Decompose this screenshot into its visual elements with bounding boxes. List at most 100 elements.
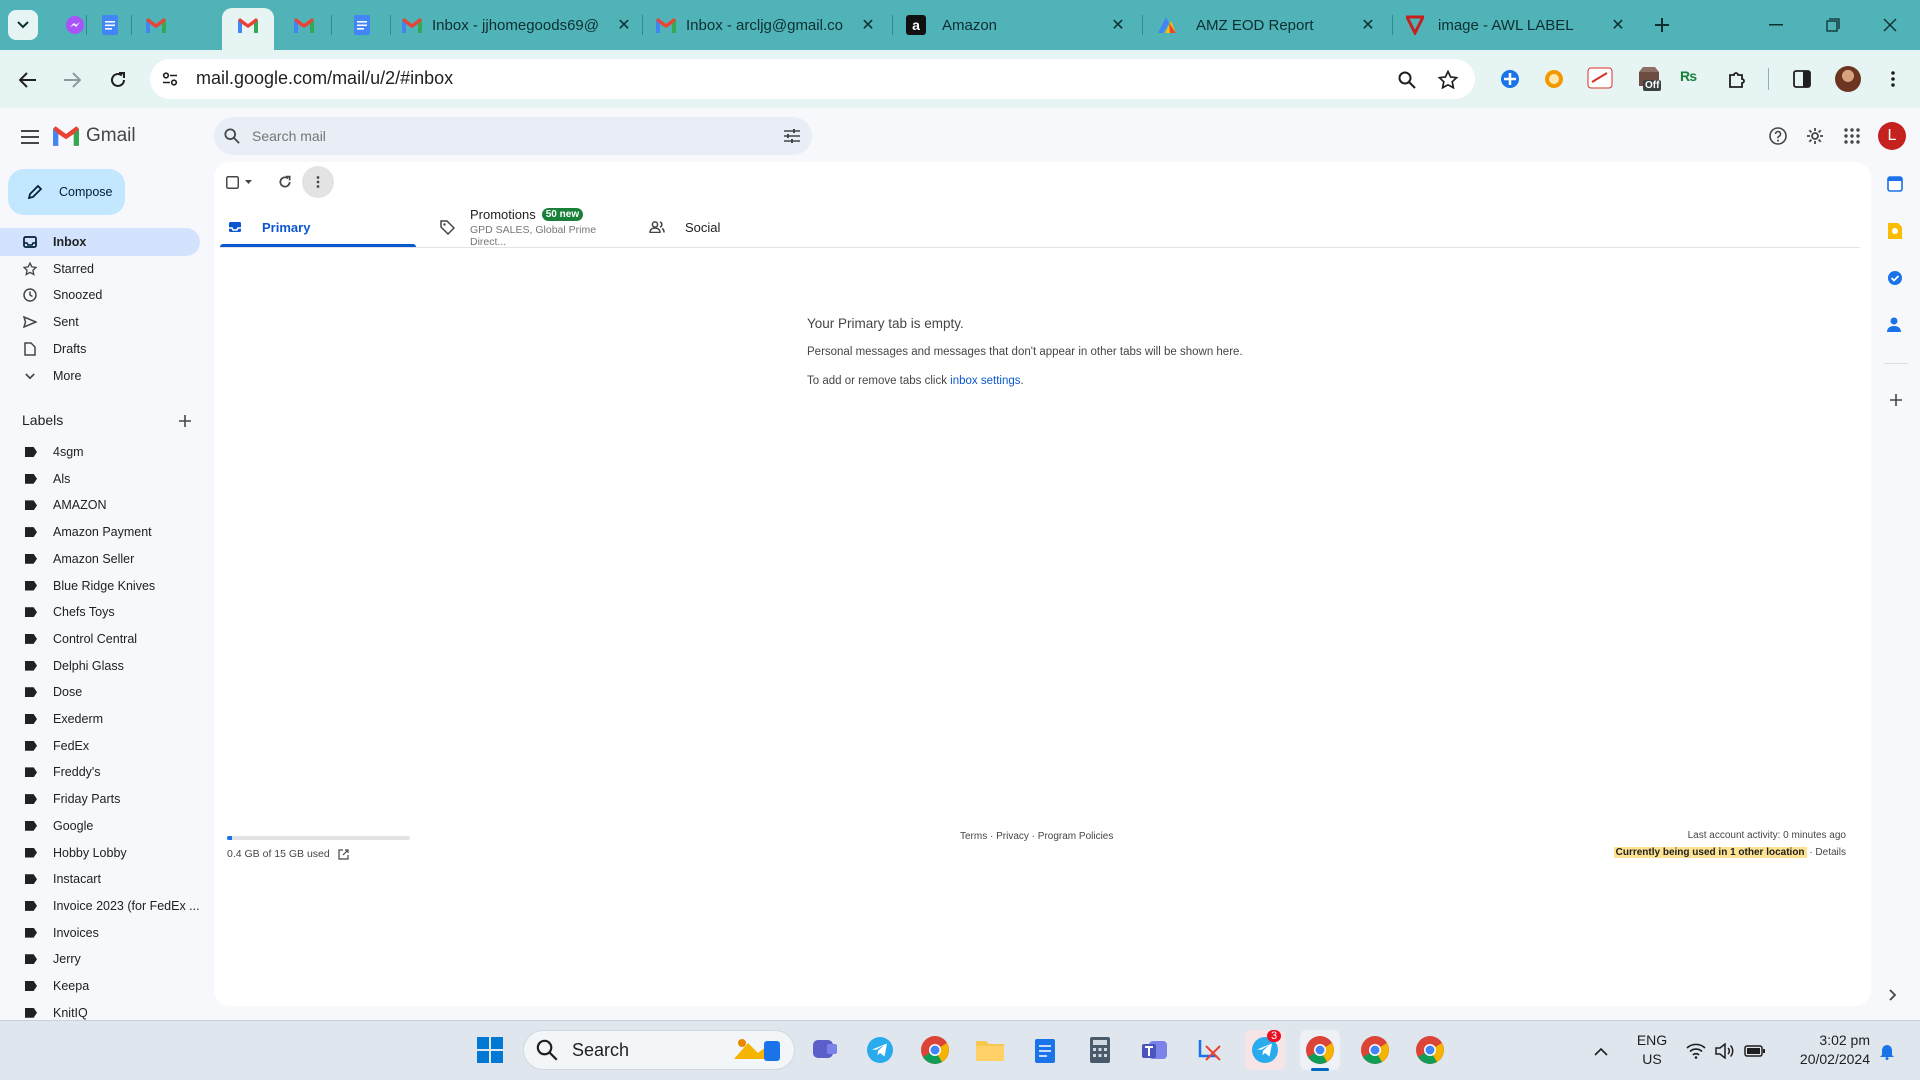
- network-sound-battery[interactable]: [1686, 1040, 1766, 1062]
- tab-social[interactable]: Social: [640, 207, 836, 247]
- more-options-button[interactable]: [302, 166, 334, 198]
- search-icon[interactable]: [224, 128, 240, 144]
- close-icon[interactable]: ✕: [1358, 15, 1378, 35]
- restore-button[interactable]: [1813, 13, 1853, 37]
- label-item[interactable]: Control Central: [0, 626, 200, 652]
- main-menu-button[interactable]: [18, 125, 42, 149]
- label-item[interactable]: Google: [0, 813, 200, 839]
- taskbar-telegram-1[interactable]: [860, 1030, 900, 1070]
- close-icon[interactable]: ✕: [858, 15, 878, 35]
- hide-side-panel-button[interactable]: [1889, 989, 1903, 1003]
- language-indicator[interactable]: ENG US: [1632, 1031, 1672, 1069]
- tray-overflow-button[interactable]: [1590, 1040, 1612, 1062]
- minimize-button[interactable]: [1756, 13, 1796, 37]
- browser-menu-button[interactable]: [1882, 67, 1904, 91]
- clock[interactable]: 3:02 pm 20/02/2024: [1770, 1031, 1870, 1069]
- search-options-icon[interactable]: [784, 129, 800, 143]
- settings-button[interactable]: [1803, 124, 1827, 148]
- label-item[interactable]: Amazon Payment: [0, 519, 200, 545]
- footer-links[interactable]: Terms · Privacy · Program Policies: [960, 831, 1113, 842]
- label-item[interactable]: Hobby Lobby: [0, 840, 200, 866]
- sidebar-item-more[interactable]: More: [0, 362, 200, 390]
- tab-awl-label[interactable]: image - AWL LABEL ✕: [1406, 8, 1628, 42]
- taskbar-file-explorer[interactable]: [970, 1030, 1010, 1070]
- extension-1[interactable]: [1499, 68, 1521, 90]
- zoom-button[interactable]: [1396, 69, 1418, 91]
- pinned-tab-gmail-1[interactable]: [142, 11, 170, 39]
- keep-app[interactable]: [1887, 222, 1905, 240]
- label-item[interactable]: Instacart: [0, 866, 200, 892]
- select-all-checkbox[interactable]: [226, 174, 258, 190]
- sidebar-item-inbox[interactable]: Inbox: [0, 228, 200, 256]
- create-label-button[interactable]: [176, 412, 194, 430]
- close-icon[interactable]: ✕: [614, 15, 634, 35]
- close-window-button[interactable]: [1870, 13, 1910, 37]
- label-item[interactable]: Invoices: [0, 920, 200, 946]
- label-item[interactable]: Invoice 2023 (for FedEx ...: [0, 893, 200, 919]
- extension-4[interactable]: Off: [1637, 66, 1667, 96]
- label-item[interactable]: Chefs Toys: [0, 599, 200, 625]
- contacts-app[interactable]: [1887, 316, 1905, 334]
- tab-search-button[interactable]: [8, 10, 38, 40]
- compose-button[interactable]: Compose: [8, 169, 125, 215]
- tab-inbox-jjhomegoods[interactable]: Inbox - jjhomegoods69@ ✕: [402, 8, 634, 42]
- label-item[interactable]: AMAZON: [0, 492, 200, 518]
- taskbar-chrome-3[interactable]: [1355, 1030, 1395, 1070]
- details-link[interactable]: · Details: [1807, 847, 1846, 858]
- open-external-icon[interactable]: [338, 848, 349, 860]
- label-item[interactable]: Als: [0, 466, 200, 492]
- pinned-tab-messenger[interactable]: [61, 11, 89, 39]
- close-icon[interactable]: ✕: [1608, 15, 1628, 35]
- forward-button[interactable]: [58, 66, 86, 94]
- taskbar-chrome-2[interactable]: [1300, 1030, 1340, 1070]
- label-item[interactable]: Delphi Glass: [0, 653, 200, 679]
- taskbar-calculator[interactable]: [1080, 1030, 1120, 1070]
- sidebar-item-sent[interactable]: Sent: [0, 308, 200, 336]
- label-item[interactable]: Exederm: [0, 706, 200, 732]
- side-panel-button[interactable]: [1790, 67, 1814, 91]
- label-item[interactable]: 4sgm: [0, 439, 200, 465]
- pinned-tab-gmail-3[interactable]: [290, 11, 318, 39]
- reload-button[interactable]: [104, 66, 132, 94]
- label-item[interactable]: Jerry: [0, 946, 200, 972]
- taskbar-telegram-2[interactable]: 3: [1245, 1030, 1285, 1070]
- account-avatar[interactable]: L: [1878, 122, 1906, 150]
- sidebar-item-snoozed[interactable]: Snoozed: [0, 281, 200, 309]
- taskbar-teams-chat[interactable]: [805, 1030, 845, 1070]
- tab-amazon[interactable]: a Amazon ✕: [906, 8, 1128, 42]
- gmail-logo[interactable]: Gmail: [53, 125, 136, 147]
- extension-2[interactable]: [1543, 68, 1565, 90]
- extension-3[interactable]: [1587, 66, 1613, 90]
- sidebar-item-drafts[interactable]: Drafts: [0, 335, 200, 363]
- taskbar-search[interactable]: Search: [523, 1030, 795, 1070]
- extensions-button[interactable]: [1725, 67, 1749, 91]
- label-item[interactable]: FedEx: [0, 733, 200, 759]
- label-item[interactable]: Blue Ridge Knives: [0, 573, 200, 599]
- taskbar-notepad[interactable]: [1025, 1030, 1065, 1070]
- taskbar-snipping-tool[interactable]: [1190, 1030, 1230, 1070]
- search-input[interactable]: [252, 128, 752, 144]
- start-button[interactable]: [470, 1030, 510, 1070]
- tab-inbox-arcljg[interactable]: Inbox - arcljg@gmail.co ✕: [656, 8, 878, 42]
- pinned-tab-docs[interactable]: [96, 11, 124, 39]
- calendar-app[interactable]: [1887, 176, 1905, 194]
- close-icon[interactable]: ✕: [1108, 15, 1128, 35]
- extension-5[interactable]: ₨: [1680, 68, 1702, 90]
- pinned-tab-docs-2[interactable]: [348, 11, 376, 39]
- tab-promotions[interactable]: Promotions 50 new GPD SALES, Global Prim…: [430, 207, 626, 248]
- label-item[interactable]: Dose: [0, 679, 200, 705]
- apps-button[interactable]: [1840, 124, 1864, 148]
- tasks-app[interactable]: [1887, 270, 1905, 288]
- label-item[interactable]: Keepa: [0, 973, 200, 999]
- bookmark-button[interactable]: [1437, 69, 1459, 91]
- help-button[interactable]: [1766, 124, 1790, 148]
- back-button[interactable]: [14, 66, 42, 94]
- label-item[interactable]: Friday Parts: [0, 786, 200, 812]
- sidebar-item-starred[interactable]: Starred: [0, 255, 200, 283]
- url-text[interactable]: mail.google.com/mail/u/2/#inbox: [196, 68, 453, 89]
- new-tab-button[interactable]: [1648, 11, 1676, 39]
- tab-primary[interactable]: Primary: [220, 207, 416, 247]
- site-info-button[interactable]: [160, 69, 180, 89]
- tab-amz-eod-report[interactable]: AMZ EOD Report ✕: [1156, 8, 1378, 42]
- profile-button[interactable]: [1835, 66, 1861, 92]
